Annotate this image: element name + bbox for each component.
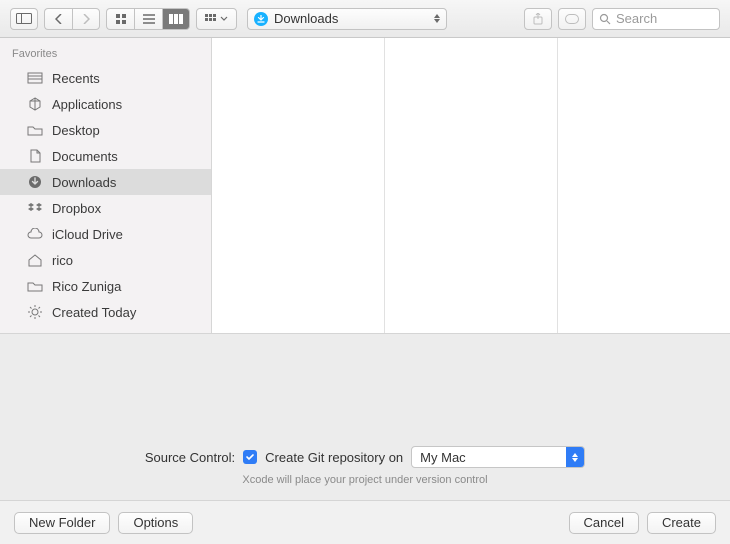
sidebar-item-label: Downloads bbox=[52, 175, 116, 190]
search-icon bbox=[599, 13, 611, 25]
downloads-folder-icon bbox=[254, 12, 268, 26]
new-folder-button[interactable]: New Folder bbox=[14, 512, 110, 534]
grouping-button[interactable] bbox=[196, 8, 237, 30]
updown-icon bbox=[434, 14, 440, 23]
view-list-button[interactable] bbox=[134, 8, 162, 30]
column-3[interactable] bbox=[558, 38, 730, 333]
document-icon bbox=[26, 149, 44, 163]
path-label: Downloads bbox=[274, 11, 338, 26]
check-icon bbox=[245, 452, 255, 462]
folder-icon bbox=[26, 280, 44, 292]
apps-icon bbox=[26, 97, 44, 111]
sidebar-item-label: Rico Zuniga bbox=[52, 279, 121, 294]
updown-icon bbox=[566, 447, 584, 467]
sidebar-item-dropbox[interactable]: Dropbox bbox=[0, 195, 211, 221]
options-panel: Source Control: Create Git repository on… bbox=[0, 334, 730, 500]
column-2[interactable] bbox=[385, 38, 558, 333]
cloud-icon bbox=[26, 228, 44, 240]
search-field[interactable]: Search bbox=[592, 8, 720, 30]
create-button[interactable]: Create bbox=[647, 512, 716, 534]
source-control-label: Source Control: bbox=[145, 450, 235, 465]
sidebar-item-label: rico bbox=[52, 253, 73, 268]
path-popup[interactable]: Downloads bbox=[247, 8, 447, 30]
git-checkbox-label: Create Git repository on bbox=[265, 450, 403, 465]
source-control-row: Source Control: Create Git repository on… bbox=[145, 446, 585, 468]
sidebar-item-downloads[interactable]: Downloads bbox=[0, 169, 211, 195]
sidebar-item-label: Recents bbox=[52, 71, 100, 86]
folder-icon bbox=[26, 124, 44, 136]
source-control-hint: Xcode will place your project under vers… bbox=[242, 474, 487, 486]
dropbox-icon bbox=[26, 202, 44, 214]
sidebar-header: Favorites bbox=[0, 46, 211, 65]
column-1[interactable] bbox=[212, 38, 385, 333]
options-button[interactable]: Options bbox=[118, 512, 193, 534]
sidebar-item-label: Desktop bbox=[52, 123, 100, 138]
nav-back-forward bbox=[44, 8, 100, 30]
view-column-button[interactable] bbox=[162, 8, 190, 30]
sidebar-item-applications[interactable]: Applications bbox=[0, 91, 211, 117]
forward-button[interactable] bbox=[72, 8, 100, 30]
sidebar-toggle-button[interactable] bbox=[10, 8, 38, 30]
home-icon bbox=[26, 254, 44, 267]
view-mode-segment bbox=[106, 8, 190, 30]
view-icon-button[interactable] bbox=[106, 8, 134, 30]
browser-body: Favorites Recents Applications Desktop D… bbox=[0, 38, 730, 334]
footer: New Folder Options Cancel Create bbox=[0, 500, 730, 544]
sidebar-item-documents[interactable]: Documents bbox=[0, 143, 211, 169]
sidebar: Favorites Recents Applications Desktop D… bbox=[0, 38, 212, 333]
sidebar-item-recents[interactable]: Recents bbox=[0, 65, 211, 91]
git-location-value: My Mac bbox=[420, 450, 466, 465]
search-placeholder: Search bbox=[616, 11, 657, 26]
cancel-button[interactable]: Cancel bbox=[569, 512, 639, 534]
sidebar-item-label: Dropbox bbox=[52, 201, 101, 216]
sidebar-item-icloud[interactable]: iCloud Drive bbox=[0, 221, 211, 247]
git-checkbox[interactable] bbox=[243, 450, 257, 464]
column-view bbox=[212, 38, 730, 333]
sidebar-item-rico[interactable]: rico bbox=[0, 247, 211, 273]
share-button[interactable] bbox=[524, 8, 552, 30]
git-location-popup[interactable]: My Mac bbox=[411, 446, 585, 468]
back-button[interactable] bbox=[44, 8, 72, 30]
sidebar-item-desktop[interactable]: Desktop bbox=[0, 117, 211, 143]
sidebar-item-label: Created Today bbox=[52, 305, 136, 320]
download-icon bbox=[26, 175, 44, 189]
sidebar-item-label: Applications bbox=[52, 97, 122, 112]
gear-icon bbox=[26, 305, 44, 319]
sidebar-item-label: iCloud Drive bbox=[52, 227, 123, 242]
toolbar: Downloads Search bbox=[0, 0, 730, 38]
recents-icon bbox=[26, 72, 44, 84]
tags-button[interactable] bbox=[558, 8, 586, 30]
sidebar-item-rico-zuniga[interactable]: Rico Zuniga bbox=[0, 273, 211, 299]
sidebar-item-label: Documents bbox=[52, 149, 118, 164]
sidebar-item-created-today[interactable]: Created Today bbox=[0, 299, 211, 325]
